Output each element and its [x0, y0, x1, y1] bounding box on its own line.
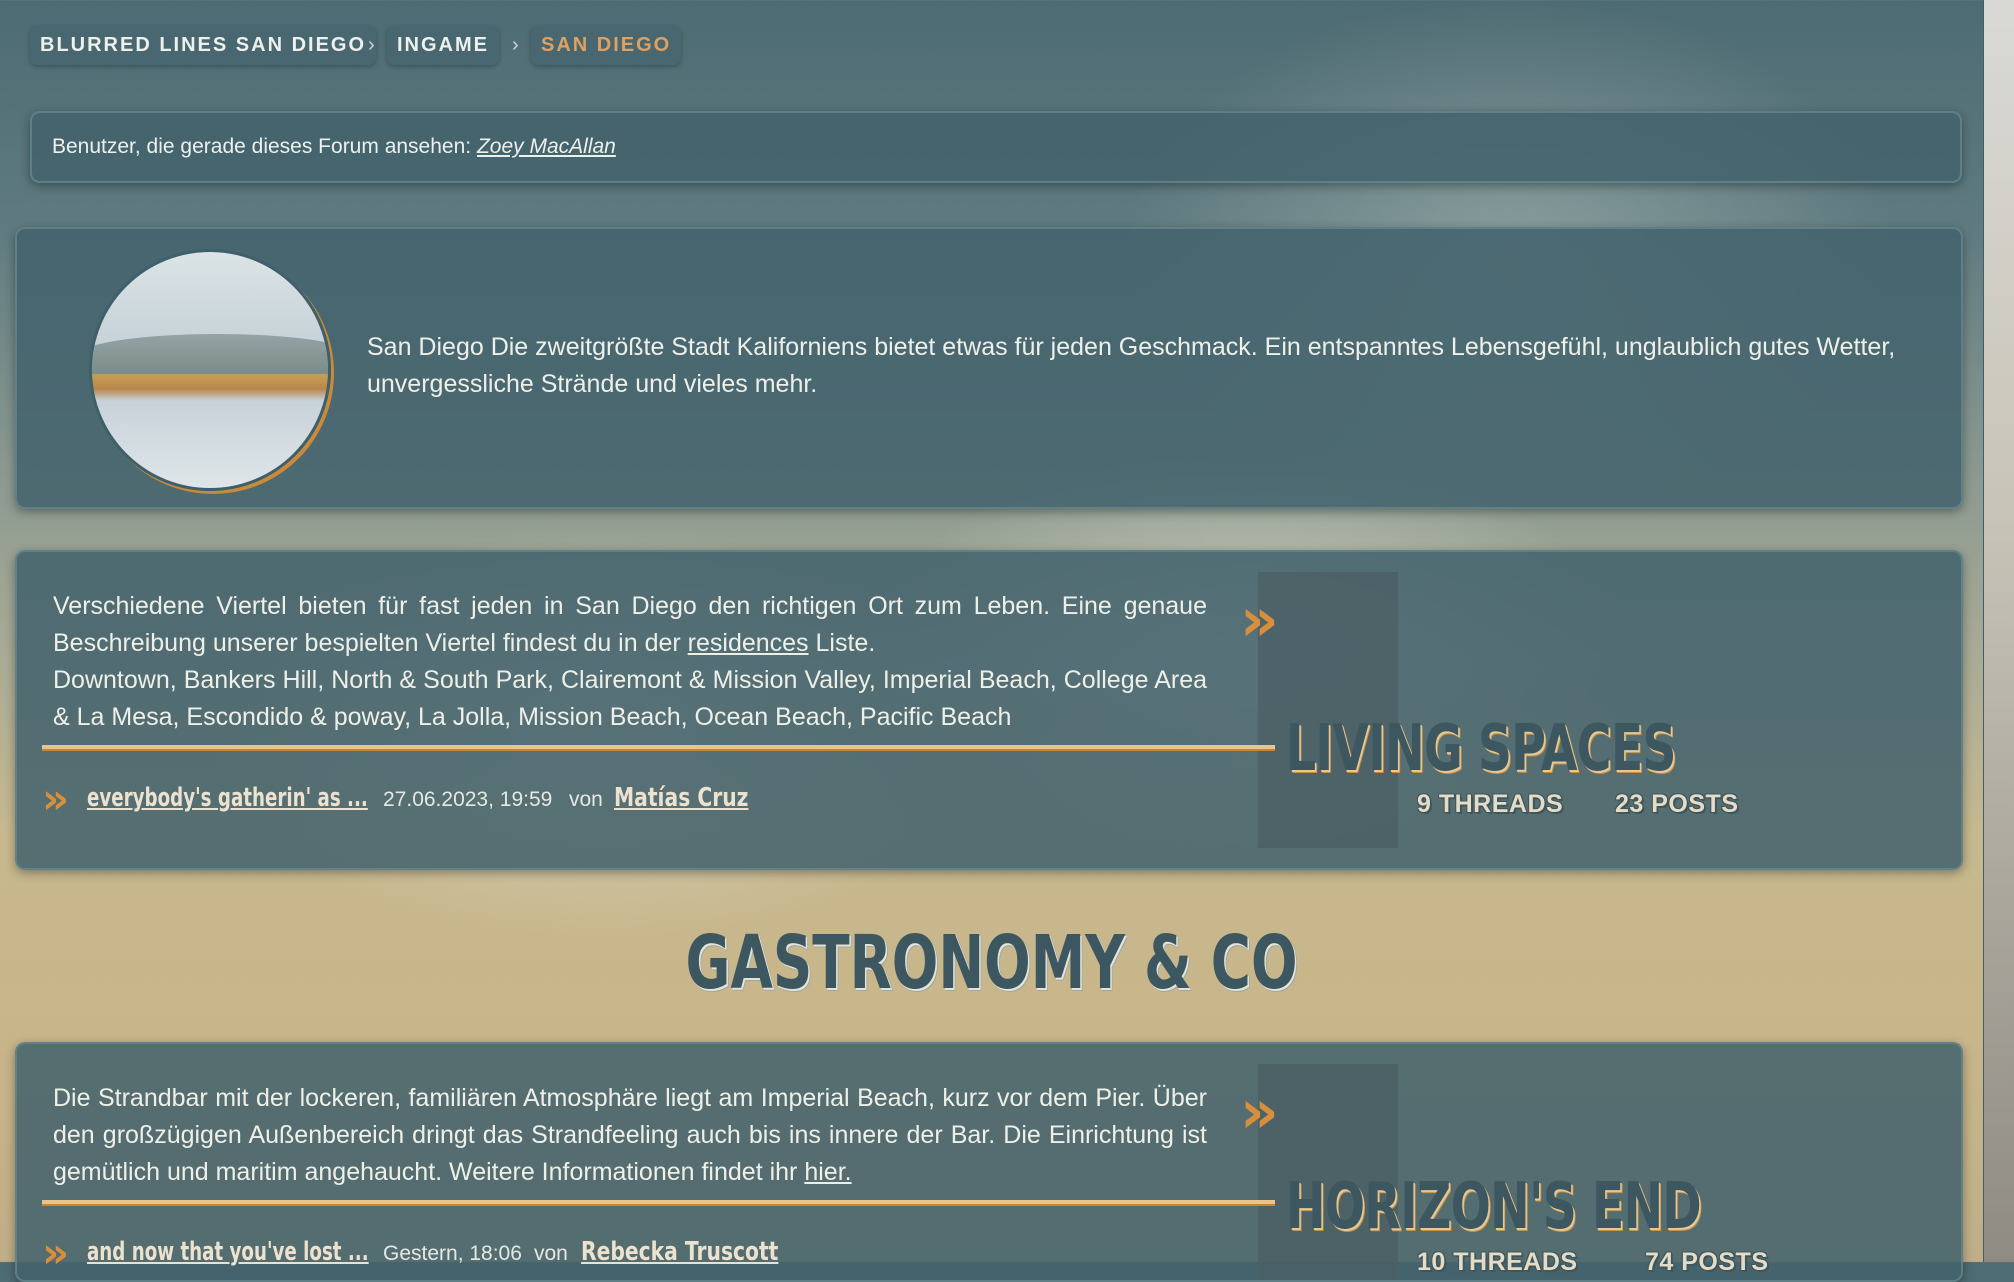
forum-description: Verschiedene Viertel bieten für fast jed…	[53, 588, 1207, 736]
double-chevron-right-icon: »	[42, 774, 70, 823]
double-chevron-right-icon: »	[42, 1228, 70, 1277]
breadcrumb-ingame-link[interactable]: INGAME	[387, 25, 499, 65]
avatar-hills	[92, 334, 328, 374]
online-users-text: Benutzer, die gerade dieses Forum ansehe…	[52, 135, 616, 159]
forum-avatar-image	[89, 249, 331, 491]
forum-description-text: Liste.	[808, 629, 876, 657]
last-post-by-label: von	[534, 1242, 568, 1265]
breadcrumb-home-link[interactable]: BLURRED LINES SAN DIEGO	[30, 25, 377, 65]
residences-link[interactable]: residences	[688, 629, 809, 657]
forum-title-link[interactable]: LIVING SPACES	[1286, 712, 1677, 786]
last-post-title-link[interactable]: everybody's gatherin' as ...	[87, 783, 368, 813]
last-post-title-link[interactable]: and now that you've lost ...	[87, 1237, 369, 1267]
last-post-by-label: von	[569, 788, 603, 811]
post-count: 74 POSTS	[1645, 1248, 1769, 1276]
breadcrumb-current[interactable]: SAN DIEGO	[531, 25, 682, 65]
forum-title-link[interactable]: HORIZON'S END	[1286, 1170, 1702, 1244]
online-users-label: Benutzer, die gerade dieses Forum ansehe…	[52, 135, 472, 158]
double-chevron-right-icon: »	[1240, 585, 1279, 655]
forum-row: » Die Strandbar mit der lockeren, famili…	[15, 1042, 1963, 1282]
more-info-link[interactable]: hier.	[804, 1158, 851, 1186]
thread-count: 9 THREADS	[1417, 790, 1564, 818]
divider-rule	[42, 745, 1275, 751]
last-post-author-link[interactable]: Matías Cruz	[614, 783, 748, 813]
double-chevron-right-icon: »	[1240, 1077, 1279, 1147]
forum-description: Die Strandbar mit der lockeren, familiär…	[53, 1080, 1207, 1191]
online-user-link[interactable]: Zoey MacAllan	[477, 135, 616, 158]
last-post-author-link[interactable]: Rebecka Truscott	[581, 1237, 778, 1267]
forum-intro-panel: San Diego Die zweitgrößte Stadt Kaliforn…	[15, 227, 1963, 509]
forum-description-text: Verschiedene Viertel bieten für fast jed…	[53, 592, 1207, 657]
forum-neighborhoods-text: Downtown, Bankers Hill, North & South Pa…	[53, 666, 1207, 731]
forum-row: » Verschiedene Viertel bieten für fast j…	[15, 550, 1963, 870]
forum-intro-text: San Diego Die zweitgrößte Stadt Kaliforn…	[367, 333, 1896, 398]
category-title-text: GASTRONOMY & CO	[685, 920, 1298, 1006]
category-title: GASTRONOMY & CO	[0, 920, 1984, 1006]
forum-description-text: Die Strandbar mit der lockeren, familiär…	[53, 1084, 1207, 1186]
forum-title-backdrop	[1258, 572, 1398, 848]
online-users-panel: Benutzer, die gerade dieses Forum ansehe…	[30, 111, 1962, 183]
page-edge-background	[1984, 0, 2014, 1262]
post-count: 23 POSTS	[1615, 790, 1739, 818]
divider-rule	[42, 1200, 1275, 1206]
breadcrumb-separator: ›	[512, 34, 519, 56]
last-post-date: Gestern, 18:06	[383, 1242, 522, 1265]
breadcrumb-separator: ›	[368, 34, 375, 56]
thread-count: 10 THREADS	[1417, 1248, 1578, 1276]
last-post-date: 27.06.2023, 19:59	[383, 788, 553, 811]
